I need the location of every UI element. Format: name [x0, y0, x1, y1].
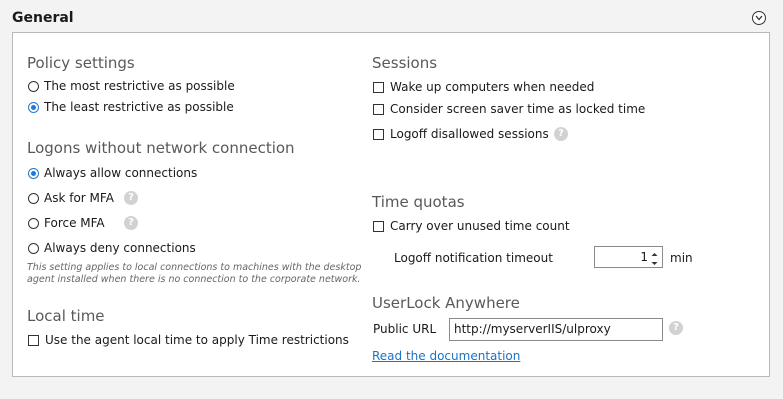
section-title: General: [12, 10, 74, 26]
checkbox[interactable]: [28, 334, 39, 346]
collapse-chevron-icon[interactable]: [752, 11, 766, 25]
radio-button[interactable]: [28, 80, 39, 92]
radio-button-selected[interactable]: [28, 167, 39, 179]
checkbox-agent-local-time[interactable]: Use the agent local time to apply Time r…: [28, 333, 349, 347]
public-url-input[interactable]: http://myserverIIS/ulproxy: [449, 318, 663, 341]
radio-always-deny[interactable]: Always deny connections: [28, 241, 196, 255]
radio-ask-mfa[interactable]: Ask for MFA: [28, 191, 114, 205]
checkbox-logoff-disallowed[interactable]: Logoff disallowed sessions: [373, 127, 549, 141]
checkbox-carry-over[interactable]: Carry over unused time count: [373, 219, 570, 233]
radio-force-mfa[interactable]: Force MFA: [28, 216, 105, 230]
logons-heading: Logons without network connection: [27, 139, 295, 157]
checkbox[interactable]: [373, 103, 384, 115]
help-icon[interactable]: ?: [124, 191, 138, 205]
policy-settings-heading: Policy settings: [27, 54, 135, 72]
checkbox[interactable]: [373, 220, 384, 232]
checkbox[interactable]: [373, 128, 384, 140]
checkbox-screen-saver[interactable]: Consider screen saver time as locked tim…: [373, 102, 645, 116]
radio-button[interactable]: [28, 242, 39, 254]
radio-always-allow[interactable]: Always allow connections: [28, 166, 197, 180]
radio-button[interactable]: [28, 217, 39, 229]
help-icon[interactable]: ?: [124, 216, 138, 230]
read-documentation-link[interactable]: Read the documentation: [372, 349, 520, 363]
local-time-heading: Local time: [27, 307, 105, 325]
userlock-anywhere-heading: UserLock Anywhere: [372, 294, 520, 312]
timeout-value[interactable]: 1: [640, 250, 648, 264]
public-url-label: Public URL: [373, 322, 437, 336]
logons-note: This setting applies to local connection…: [27, 262, 362, 285]
help-icon[interactable]: ?: [554, 127, 568, 141]
radio-button-selected[interactable]: [28, 101, 39, 113]
checkbox-wake-up[interactable]: Wake up computers when needed: [373, 80, 594, 94]
radio-button[interactable]: [28, 192, 39, 204]
sessions-heading: Sessions: [372, 54, 438, 72]
help-icon[interactable]: ?: [669, 321, 683, 335]
timeout-unit: min: [670, 251, 693, 265]
timeout-stepper[interactable]: 1: [594, 246, 663, 268]
radio-least-restrictive[interactable]: The least restrictive as possible: [28, 100, 234, 114]
stepper-up-icon[interactable]: [650, 248, 661, 257]
checkbox[interactable]: [373, 81, 384, 93]
stepper-down-icon[interactable]: [650, 257, 661, 266]
time-quotas-heading: Time quotas: [372, 193, 465, 211]
radio-most-restrictive[interactable]: The most restrictive as possible: [28, 79, 235, 93]
timeout-label: Logoff notification timeout: [394, 251, 553, 265]
